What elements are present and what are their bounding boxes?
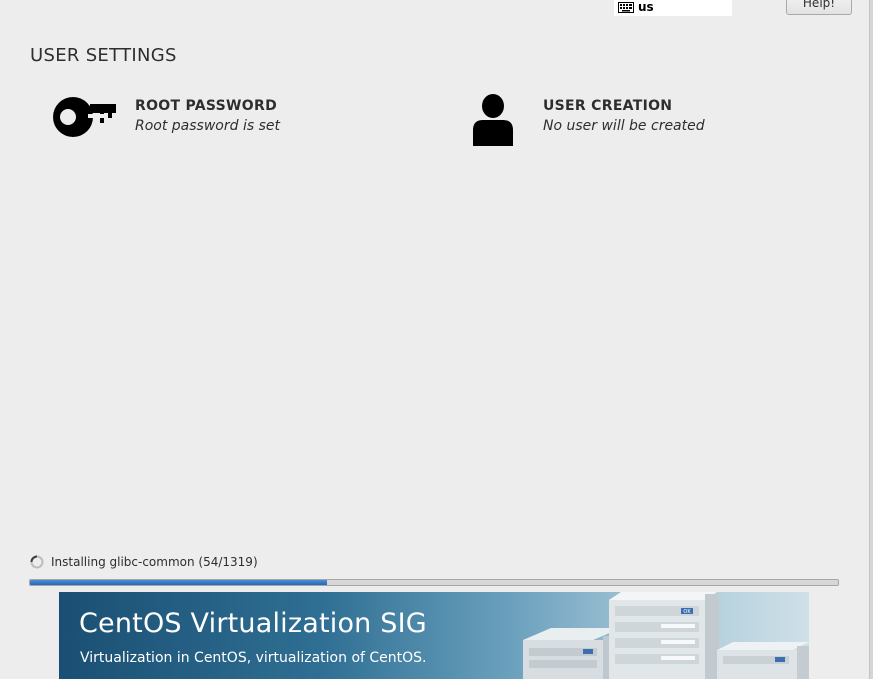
root-password-title: ROOT PASSWORD [135,98,277,114]
product-banner: CentOS Virtualization SIG Virtualization… [59,592,809,679]
progress-status: Installing glibc-common (54/1319) [30,555,258,569]
keyboard-layout-label: us [638,0,654,14]
user-creation-title: USER CREATION [543,98,673,114]
user-creation-status: No user will be created [543,118,705,134]
server-rack-icon: OK [523,592,809,679]
key-icon [52,92,120,148]
banner-subtitle: Virtualization in CentOS, virtualization… [80,650,427,666]
root-password-spoke[interactable]: ROOT PASSWORD Root password is set [52,92,352,152]
user-creation-spoke[interactable]: USER CREATION No user will be created [470,92,770,152]
progress-status-text: Installing glibc-common (54/1319) [51,555,258,569]
keyboard-icon [618,1,634,13]
install-progress-bar [29,579,839,586]
spinner-icon [30,555,44,569]
installer-window: us Help! USER SETTINGS ROOT PASSWORD Roo… [0,0,873,679]
section-title: USER SETTINGS [30,45,177,66]
help-button[interactable]: Help! [786,0,852,15]
server-badge: OK [683,609,691,615]
progress-fill [30,580,327,585]
keyboard-layout-indicator[interactable]: us [614,0,732,16]
root-password-status: Root password is set [135,118,280,134]
user-icon [470,92,538,148]
window-edge [869,0,873,679]
banner-title: CentOS Virtualization SIG [79,608,427,639]
